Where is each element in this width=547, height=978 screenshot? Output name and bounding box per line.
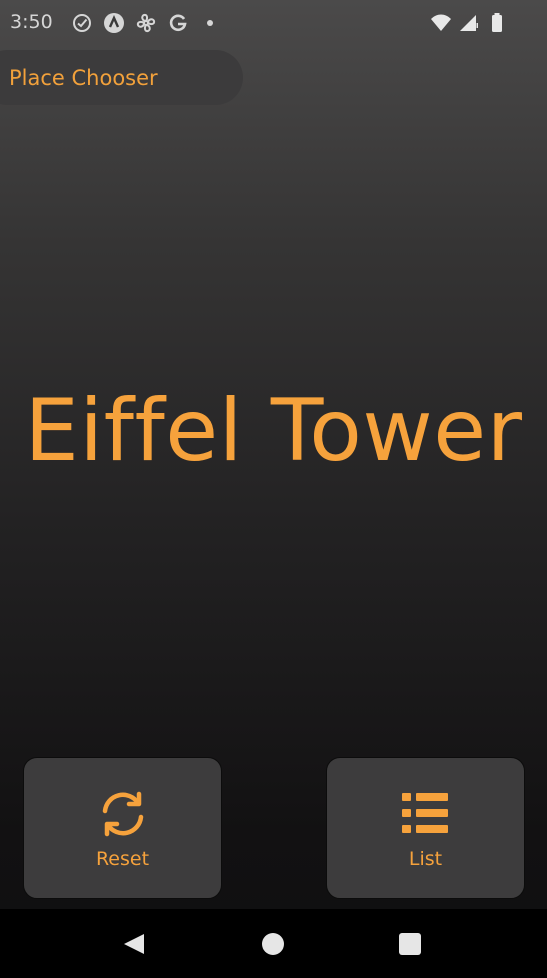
list-button[interactable]: List [326,757,525,899]
recents-icon[interactable] [399,933,421,955]
wifi-icon [429,11,453,35]
google-icon [166,11,190,35]
home-icon[interactable] [262,933,284,955]
dot-icon [198,11,222,35]
check-circle-icon [70,11,94,35]
system-status-icons [429,11,509,35]
status-time: 3:50 [10,11,53,33]
list-label: List [408,848,443,870]
back-icon[interactable] [122,932,146,960]
notification-icons [70,11,222,35]
reset-label: Reset [95,848,150,870]
battery-icon [485,11,509,35]
android-auto-icon [102,11,126,35]
app-title: Place Chooser [9,66,158,90]
app-screen: 3:50 Place Chooser Eiffel Tower Reset Li… [0,0,547,978]
signal-icon [457,11,481,35]
navigation-bar [0,909,547,978]
place-name: Eiffel Tower [24,381,523,481]
reset-button[interactable]: Reset [23,757,222,899]
fan-icon [134,11,158,35]
refresh-icon [95,786,151,842]
status-bar: 3:50 [0,0,547,44]
list-icon [398,786,454,842]
